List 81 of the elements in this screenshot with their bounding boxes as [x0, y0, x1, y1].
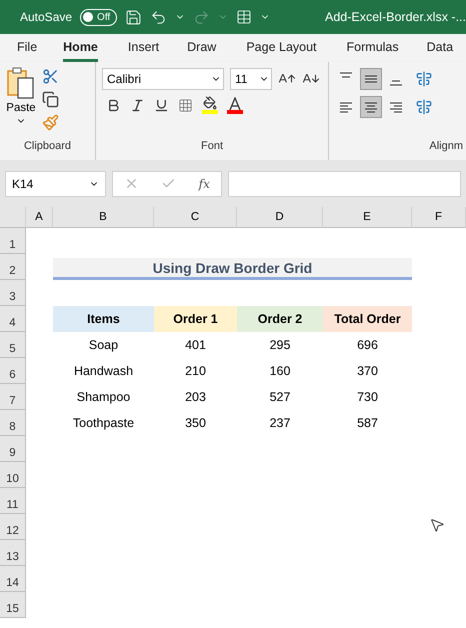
header-cell: Order 1: [154, 306, 237, 332]
header-cell: Total Order: [323, 306, 412, 332]
group-label: Font: [200, 140, 224, 154]
row-header[interactable]: 8: [0, 410, 26, 436]
align-button[interactable]: [360, 68, 382, 90]
align-icon: [389, 80, 403, 86]
row-header[interactable]: 9: [0, 436, 26, 462]
font-name-field[interactable]: Calibri: [102, 68, 224, 90]
underline-icon[interactable]: [154, 98, 169, 112]
table-cell-text: 160: [268, 363, 292, 380]
autosave-toggle[interactable]: Off: [80, 8, 118, 26]
table-cell-text: 370: [356, 363, 379, 380]
table-cell-text: 203: [184, 389, 207, 406]
font-color-icon[interactable]: [227, 96, 243, 114]
column-header[interactable]: B: [53, 207, 154, 228]
font-size-field[interactable]: 11: [230, 68, 272, 90]
ribbon-tab[interactable]: Formulas: [346, 34, 399, 62]
align-icon: [339, 101, 353, 113]
table-cell-text: 527: [268, 389, 292, 406]
group-label: Alignm: [428, 140, 463, 154]
fill-color-icon[interactable]: [202, 96, 218, 114]
table-cell-text: 730: [356, 389, 379, 406]
row-header[interactable]: 7: [0, 384, 26, 410]
table-cell-text: 401: [184, 337, 207, 354]
row-header[interactable]: 15: [0, 592, 26, 618]
row-header[interactable]: 6: [0, 358, 26, 384]
clipboard-icon: [6, 66, 36, 100]
row-header[interactable]: 14: [0, 566, 26, 592]
align-icon: [339, 72, 353, 78]
column-header[interactable]: A: [26, 207, 53, 228]
formula-field[interactable]: [228, 170, 461, 196]
borders-icon[interactable]: [178, 98, 193, 112]
align-icon: [389, 101, 403, 113]
ribbon-tab[interactable]: Page Layout: [246, 34, 317, 62]
table-cell-text: 237: [268, 415, 292, 432]
column-header[interactable]: D: [237, 207, 323, 228]
table-cell-text: 295: [268, 337, 292, 354]
align-button[interactable]: [360, 96, 382, 118]
row-header[interactable]: 10: [0, 462, 26, 488]
scissors-icon[interactable]: [42, 68, 59, 85]
row-header[interactable]: 3: [0, 280, 26, 306]
bold-icon[interactable]: [106, 98, 121, 112]
column-header[interactable]: F: [412, 207, 466, 228]
header-cell: Items: [53, 306, 154, 332]
sheet-title: Using Draw Border Grid: [53, 258, 412, 280]
paste-button[interactable]: Paste: [6, 66, 36, 140]
row-header[interactable]: 4: [0, 306, 26, 332]
table-cell-text: Shampoo: [76, 389, 132, 406]
table-icon[interactable]: [236, 9, 252, 25]
align-icon: [364, 101, 378, 113]
group-label: Clipboard: [22, 140, 72, 154]
insert-function-button[interactable]: fx: [198, 176, 210, 190]
row-header[interactable]: 13: [0, 540, 26, 566]
autosave-label: AutoSave: [20, 10, 72, 24]
header-cell: Order 2: [237, 306, 323, 332]
row-header[interactable]: 5: [0, 332, 26, 358]
column-header[interactable]: C: [154, 207, 237, 228]
save-icon[interactable]: [125, 8, 142, 26]
undo-icon[interactable]: [150, 8, 168, 26]
align-icon: [364, 73, 378, 85]
row-header[interactable]: 2: [0, 254, 26, 280]
table-cell-text: 210: [184, 363, 207, 380]
ribbon-tab[interactable]: Insert: [128, 34, 160, 62]
ribbon-tab[interactable]: File: [17, 34, 38, 62]
copy-icon[interactable]: [42, 91, 59, 108]
column-header[interactable]: E: [323, 207, 412, 228]
table-cell-text: Soap: [88, 337, 120, 354]
table-cell-text: 696: [356, 337, 379, 354]
file-name: Add-Excel-Border.xlsx -...: [324, 10, 466, 24]
table-cell-text: 587: [356, 415, 379, 432]
row-header[interactable]: 12: [0, 514, 26, 540]
row-header[interactable]: 1: [0, 228, 26, 254]
cursor-icon: [429, 517, 445, 533]
table-cell-text: Toothpaste: [72, 415, 136, 432]
name-box[interactable]: K14: [5, 170, 106, 196]
table-cell-text: 350: [184, 415, 207, 432]
row-header[interactable]: 11: [0, 488, 26, 514]
italic-icon[interactable]: [130, 98, 145, 112]
ribbon-tab[interactable]: Data: [426, 34, 454, 62]
table-cell-text: Handwash: [72, 363, 134, 380]
ribbon-tab[interactable]: Draw: [187, 34, 216, 62]
